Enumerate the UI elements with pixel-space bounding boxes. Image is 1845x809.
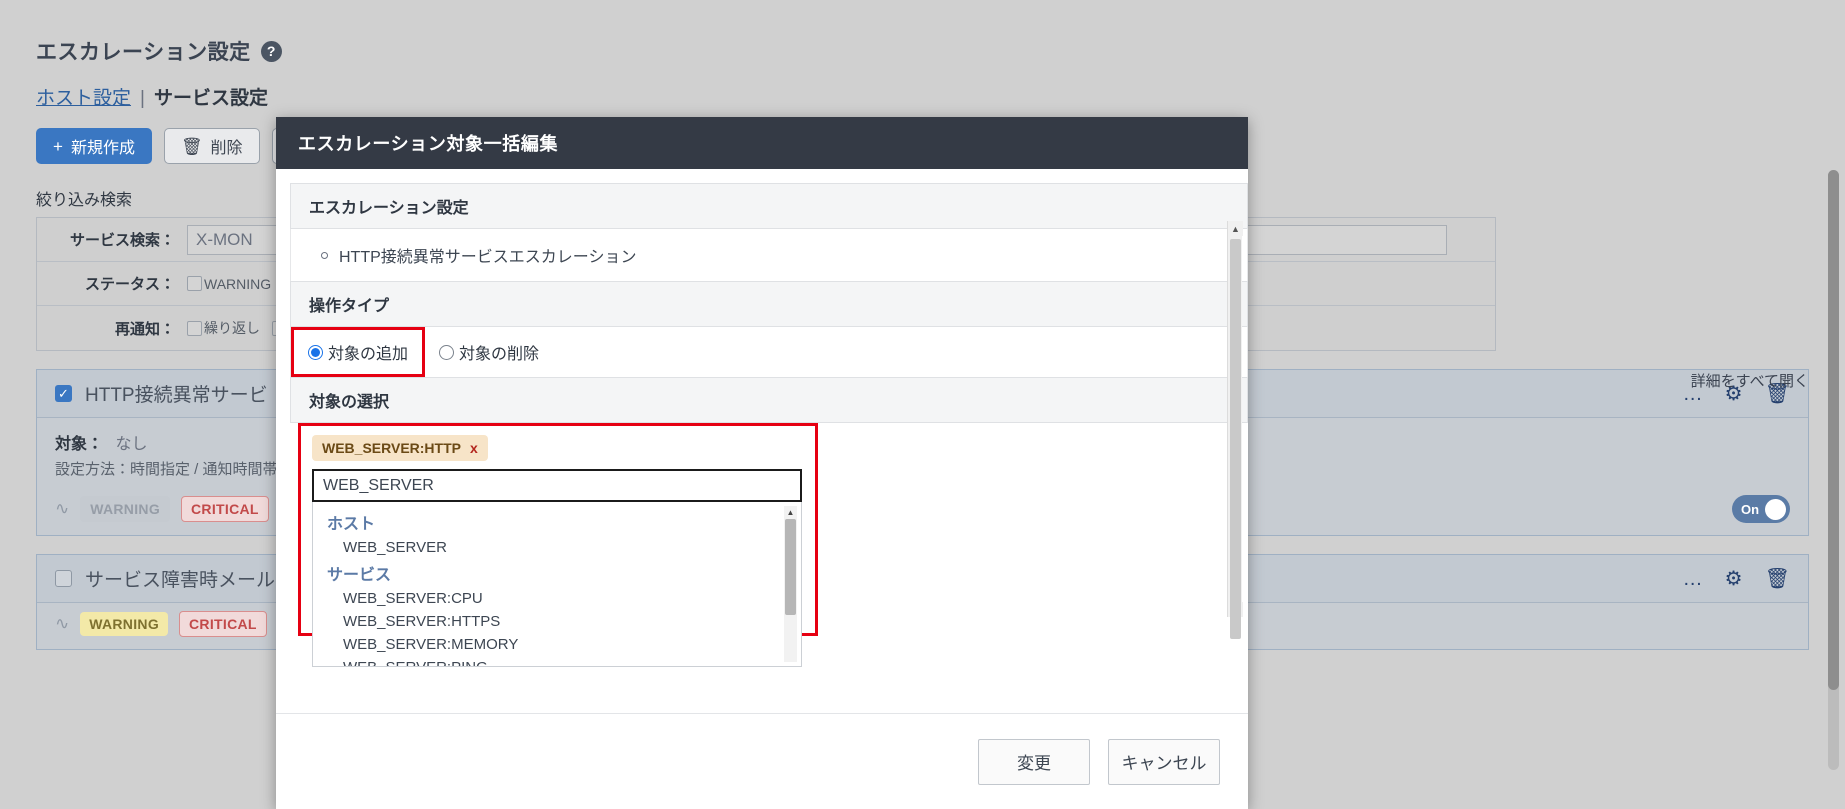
status-badge-critical[interactable]: CRITICAL bbox=[179, 611, 267, 637]
radio-icon-selected[interactable] bbox=[308, 345, 323, 360]
card-checkbox-checked[interactable]: ✓ bbox=[55, 385, 72, 402]
card-actions: … ⚙ 🗑 bbox=[1683, 569, 1790, 589]
gear-icon[interactable]: ⚙ bbox=[1725, 569, 1743, 589]
checkbox-icon[interactable] bbox=[187, 321, 202, 336]
dropdown-item-host-web-server[interactable]: WEB_SERVER bbox=[313, 536, 801, 559]
delete-button-label: 削除 bbox=[211, 134, 243, 158]
trash-icon[interactable]: 🗑 bbox=[1765, 569, 1790, 589]
wave-icon: ∿ bbox=[55, 499, 69, 519]
status-badge-critical[interactable]: CRITICAL bbox=[181, 496, 269, 522]
new-button[interactable]: + 新規作成 bbox=[36, 128, 152, 164]
dropdown-group-host: ホスト bbox=[313, 508, 801, 536]
operation-radio-row: 対象の追加 対象の削除 bbox=[291, 327, 1247, 377]
trash-icon: 🗑 bbox=[181, 138, 203, 155]
page-title: エスカレーション設定 bbox=[36, 36, 251, 66]
modal-title: エスカレーション対象一括編集 bbox=[298, 130, 558, 156]
checkbox-icon[interactable] bbox=[187, 276, 202, 291]
escalation-section-body: HTTP接続異常サービスエスカレーション bbox=[290, 229, 1248, 281]
card-title: サービス障害時メール bbox=[85, 565, 275, 592]
bullet-icon bbox=[321, 252, 328, 259]
dropdown-item-service-ping[interactable]: WEB_SERVER:PING bbox=[313, 656, 801, 667]
operation-section-body: 対象の追加 対象の削除 bbox=[290, 327, 1248, 377]
target-section-body: WEB_SERVER:HTTP x ホスト WEB_SERVER サービス WE… bbox=[290, 423, 1248, 667]
page-title-row: エスカレーション設定 ? bbox=[36, 0, 1809, 66]
dropdown-list: ホスト WEB_SERVER サービス WEB_SERVER:CPU WEB_S… bbox=[313, 502, 801, 667]
selected-tags: WEB_SERVER:HTTP x bbox=[290, 423, 1248, 461]
modal-body: エスカレーション設定 HTTP接続異常サービスエスカレーション 操作タイプ 対象… bbox=[276, 169, 1248, 713]
card-header-left: ✓ HTTP接続異常サービ bbox=[55, 380, 268, 407]
bulk-edit-modal: エスカレーション対象一括編集 エスカレーション設定 HTTP接続異常サービスエス… bbox=[276, 117, 1248, 809]
delete-button[interactable]: 🗑 削除 bbox=[164, 128, 260, 164]
detail-open-all-link[interactable]: 詳細をすべて開く bbox=[1691, 370, 1809, 391]
filter-label-renotify: 再通知： bbox=[51, 318, 175, 339]
target-search-input[interactable] bbox=[312, 469, 802, 502]
page-scrollbar-thumb[interactable] bbox=[1828, 170, 1839, 690]
card-title: HTTP接続異常サービ bbox=[85, 380, 268, 407]
breadcrumb: ホスト設定 | サービス設定 bbox=[36, 83, 1809, 110]
radio-add-target-label: 対象の追加 bbox=[328, 340, 408, 364]
dropdown-scrollbar-thumb[interactable] bbox=[785, 519, 796, 615]
card-target-value: なし bbox=[115, 436, 147, 453]
status-checkbox-warning[interactable]: WARNING bbox=[187, 276, 271, 292]
modal-scrollbar[interactable]: ▲ ▼ bbox=[1227, 221, 1242, 617]
status-badge-warning[interactable]: WARNING bbox=[80, 612, 168, 636]
toggle-label: On bbox=[1736, 502, 1759, 517]
breadcrumb-separator: | bbox=[140, 88, 145, 110]
dropdown-scrollbar[interactable]: ▲ bbox=[784, 506, 797, 662]
modal-footer: 変更 キャンセル bbox=[276, 713, 1248, 809]
target-section-heading: 対象の選択 bbox=[290, 377, 1248, 423]
breadcrumb-service-settings: サービス設定 bbox=[154, 83, 268, 110]
target-autocomplete-dropdown: ホスト WEB_SERVER サービス WEB_SERVER:CPU WEB_S… bbox=[312, 502, 802, 667]
tag-web-server-http[interactable]: WEB_SERVER:HTTP x bbox=[312, 435, 488, 461]
radio-remove-target[interactable]: 対象の削除 bbox=[425, 330, 553, 374]
wave-icon: ∿ bbox=[55, 614, 69, 634]
renotify-checkbox-repeat[interactable]: 繰り返し bbox=[187, 318, 260, 338]
card-header-left: サービス障害時メール bbox=[55, 565, 275, 592]
card-checkbox-unchecked[interactable] bbox=[55, 570, 72, 587]
submit-button[interactable]: 変更 bbox=[978, 739, 1090, 785]
radio-remove-target-label: 対象の削除 bbox=[459, 340, 539, 364]
status-badge-warning[interactable]: WARNING bbox=[80, 496, 170, 522]
tag-remove-icon[interactable]: x bbox=[470, 440, 478, 456]
more-icon[interactable]: … bbox=[1683, 569, 1703, 589]
card-target-label: 対象： bbox=[55, 436, 103, 453]
renotify-repeat-label: 繰り返し bbox=[204, 318, 260, 338]
modal-header: エスカレーション対象一括編集 bbox=[276, 117, 1248, 169]
modal-scroll-up-icon[interactable]: ▲ bbox=[1228, 221, 1243, 236]
radio-add-target[interactable]: 対象の追加 bbox=[291, 327, 425, 377]
modal-scrollbar-thumb[interactable] bbox=[1230, 239, 1241, 639]
status-warning-label: WARNING bbox=[204, 276, 271, 292]
page-scrollbar[interactable] bbox=[1828, 170, 1839, 770]
dropdown-item-service-cpu[interactable]: WEB_SERVER:CPU bbox=[313, 587, 801, 610]
cancel-button[interactable]: キャンセル bbox=[1108, 739, 1220, 785]
tag-label: WEB_SERVER:HTTP bbox=[322, 440, 461, 456]
escalation-section-heading: エスカレーション設定 bbox=[290, 183, 1248, 229]
operation-section-heading: 操作タイプ bbox=[290, 281, 1248, 327]
escalation-list-item[interactable]: HTTP接続異常サービスエスカレーション bbox=[291, 229, 1247, 281]
enable-toggle[interactable]: On bbox=[1732, 495, 1790, 523]
help-icon[interactable]: ? bbox=[261, 41, 282, 62]
filter-label-service-search: サービス検索： bbox=[51, 229, 175, 250]
breadcrumb-host-settings-link[interactable]: ホスト設定 bbox=[36, 83, 131, 110]
dropdown-group-service: サービス bbox=[313, 559, 801, 587]
new-button-label: 新規作成 bbox=[71, 134, 135, 158]
dropdown-item-service-memory[interactable]: WEB_SERVER:MEMORY bbox=[313, 633, 801, 656]
toggle-knob bbox=[1765, 499, 1786, 520]
escalation-item-label: HTTP接続異常サービスエスカレーション bbox=[339, 243, 636, 267]
radio-icon[interactable] bbox=[439, 345, 454, 360]
dropdown-item-service-https[interactable]: WEB_SERVER:HTTPS bbox=[313, 610, 801, 633]
plus-icon: + bbox=[53, 138, 63, 155]
filter-label-status: ステータス： bbox=[51, 273, 175, 294]
scroll-up-arrow-icon[interactable]: ▲ bbox=[784, 506, 797, 518]
